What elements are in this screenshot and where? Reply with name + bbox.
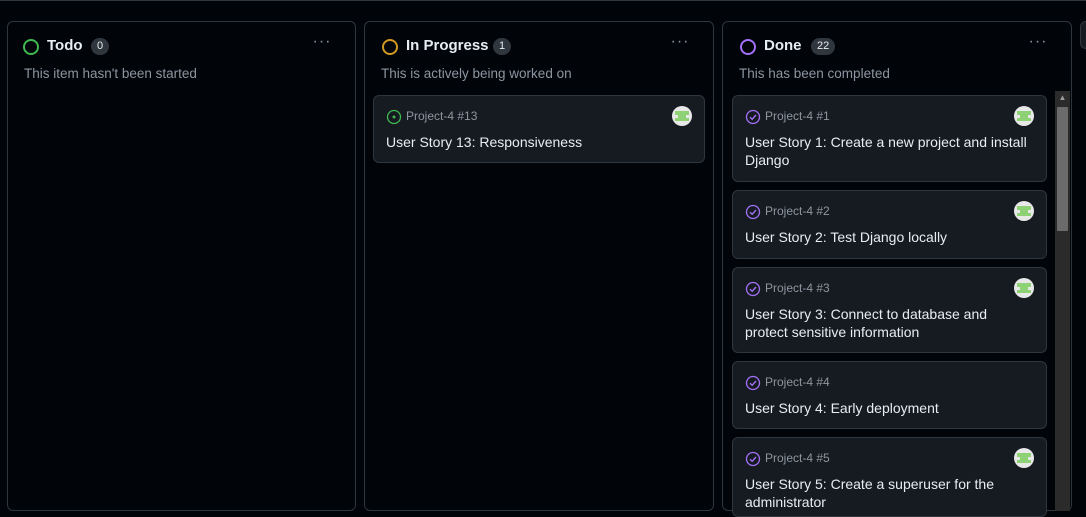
column-done: Done 22 ··· This has been completed Proj…: [722, 21, 1072, 517]
column-title: In Progress: [406, 37, 489, 54]
column-more-button[interactable]: ···: [666, 32, 694, 56]
avatar[interactable]: [672, 106, 692, 126]
issue-card[interactable]: Project-4 #2 User Story 2: Test Django l…: [732, 190, 1047, 259]
column-description: This item hasn't been started: [24, 66, 197, 81]
column-header: In Progress 1 ··· This is actively being…: [365, 22, 713, 98]
column-description: This is actively being worked on: [381, 66, 572, 81]
issue-title[interactable]: User Story 5: Create a superuser for the…: [745, 475, 1032, 511]
avatar[interactable]: [1014, 278, 1034, 298]
status-circle-icon: [23, 39, 39, 55]
avatar[interactable]: [1014, 106, 1034, 126]
column-title: Done: [764, 37, 802, 54]
column-header: Done 22 ··· This has been completed: [723, 22, 1071, 98]
next-column-edge: [1080, 21, 1086, 49]
issue-reference[interactable]: Project-4 #3: [765, 281, 830, 295]
avatar[interactable]: [1014, 448, 1034, 468]
column-description: This has been completed: [739, 66, 890, 81]
status-circle-icon: [382, 39, 398, 55]
issue-title[interactable]: User Story 1: Create a new project and i…: [745, 133, 1032, 169]
issue-closed-icon: [745, 451, 761, 467]
count-badge: 0: [91, 38, 110, 55]
column-todo: Todo 0 ··· This item hasn't been started: [7, 21, 356, 511]
status-circle-icon: [740, 39, 756, 55]
issue-card[interactable]: Project-4 #3 User Story 3: Connect to da…: [732, 267, 1047, 353]
issue-reference[interactable]: Project-4 #2: [765, 204, 830, 218]
top-divider: [0, 0, 1086, 1]
scrollbar-thumb[interactable]: [1057, 107, 1068, 231]
column-title: Todo: [47, 37, 83, 54]
column-more-button[interactable]: ···: [308, 32, 336, 56]
issue-title[interactable]: User Story 13: Responsiveness: [386, 133, 690, 151]
issue-closed-icon: [745, 375, 761, 391]
issue-reference[interactable]: Project-4 #4: [765, 375, 830, 389]
issue-closed-icon: [745, 204, 761, 220]
issue-card[interactable]: Project-4 #13 User Story 13: Responsiven…: [373, 95, 705, 163]
issue-closed-icon: [745, 109, 761, 125]
done-column-scrollbar[interactable]: ▲: [1055, 91, 1070, 511]
column-more-button[interactable]: ···: [1024, 32, 1052, 56]
avatar[interactable]: [1014, 201, 1034, 221]
count-badge: 22: [811, 38, 836, 55]
issue-card[interactable]: Project-4 #1 User Story 1: Create a new …: [732, 95, 1047, 182]
issue-card[interactable]: Project-4 #4 User Story 4: Early deploym…: [732, 361, 1047, 429]
count-badge: 1: [493, 38, 512, 55]
column-in-progress: In Progress 1 ··· This is actively being…: [364, 21, 714, 511]
issue-title[interactable]: User Story 4: Early deployment: [745, 399, 1032, 417]
issue-reference[interactable]: Project-4 #13: [406, 109, 477, 123]
issue-reference[interactable]: Project-4 #1: [765, 109, 830, 123]
issue-card[interactable]: Project-4 #5 User Story 5: Create a supe…: [732, 437, 1047, 517]
issue-title[interactable]: User Story 3: Connect to database and pr…: [745, 305, 1032, 341]
column-header: Todo 0 ··· This item hasn't been started: [8, 22, 355, 98]
issue-title[interactable]: User Story 2: Test Django locally: [745, 228, 1032, 246]
issue-closed-icon: [745, 281, 761, 297]
issue-opened-icon: [386, 109, 402, 125]
scroll-up-arrow-icon[interactable]: ▲: [1055, 91, 1070, 105]
issue-reference[interactable]: Project-4 #5: [765, 451, 830, 465]
